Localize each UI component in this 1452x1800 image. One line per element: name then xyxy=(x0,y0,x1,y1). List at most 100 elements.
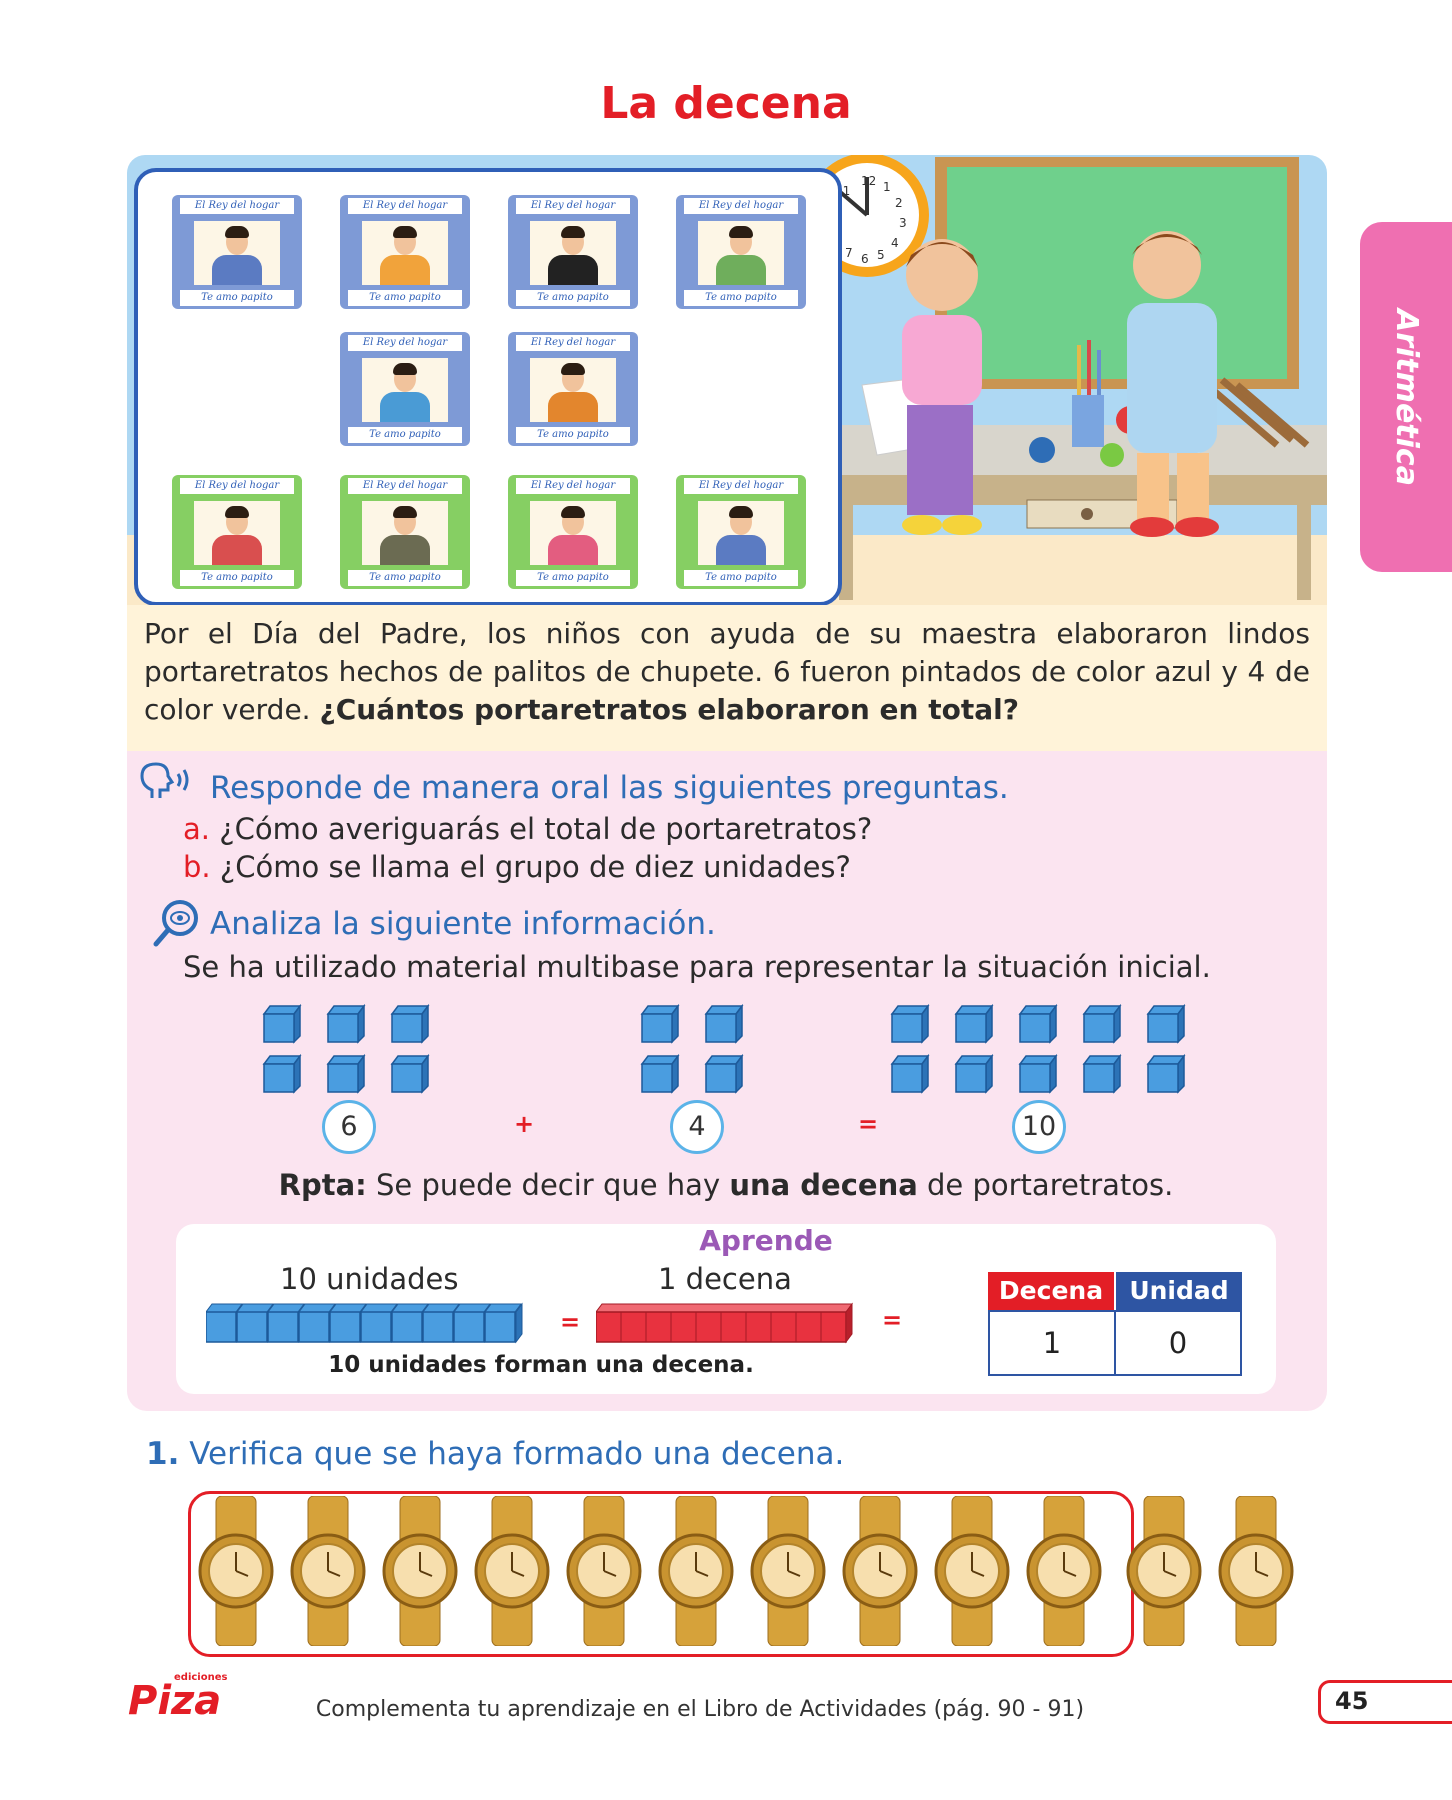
frame-top-label: El Rey del hogar xyxy=(516,478,630,494)
frame-photo xyxy=(698,501,784,565)
analyze-intro: Se ha utilizado material multibase para … xyxy=(183,950,1211,984)
unit-cube xyxy=(262,1003,302,1044)
answer-line: Rpta: Se puede decir que hay una decena … xyxy=(0,1168,1452,1202)
frame-bottom-label: Te amo papito xyxy=(684,570,798,586)
frame-bottom-label: Te amo papito xyxy=(348,570,462,586)
watch-icon xyxy=(472,1495,550,1647)
equals-sign: = xyxy=(858,1110,879,1138)
watch-icon xyxy=(1124,1495,1202,1647)
equals-sign: = xyxy=(560,1308,581,1336)
table-header-unidad: Unidad xyxy=(1116,1272,1242,1310)
plus-sign: + xyxy=(514,1110,535,1138)
page-number-box: 45 xyxy=(1318,1680,1452,1724)
story-text: Por el Día del Padre, los niños con ayud… xyxy=(144,615,1310,729)
clock-number: 7 xyxy=(845,246,853,260)
frame-photo xyxy=(530,221,616,285)
frame-photo xyxy=(194,501,280,565)
unit-cube xyxy=(262,1053,302,1094)
count-circle-6: 6 xyxy=(322,1100,376,1154)
unit-cube xyxy=(326,1053,366,1094)
frame-bottom-label: Te amo papito xyxy=(516,427,630,443)
frame-top-label: El Rey del hogar xyxy=(684,198,798,214)
photo-frame: El Rey del hogar Te amo papito xyxy=(676,195,806,309)
frame-top-label: El Rey del hogar xyxy=(348,198,462,214)
clock-number: 3 xyxy=(899,216,907,230)
unit-cube xyxy=(640,1003,680,1044)
oral-item-a: a. ¿Cómo averiguarás el total de portare… xyxy=(183,812,872,846)
unit-cube xyxy=(390,1003,430,1044)
unit-cube xyxy=(640,1053,680,1094)
frame-top-label: El Rey del hogar xyxy=(684,478,798,494)
count-circle-4: 4 xyxy=(670,1100,724,1154)
unit-cube xyxy=(1082,1053,1122,1094)
oral-item-text: ¿Cómo se llama el grupo de diez unidades… xyxy=(219,850,851,884)
exercise-heading: 1. Verifica que se haya formado una dece… xyxy=(146,1436,844,1472)
frame-photo xyxy=(362,221,448,285)
watch-icon xyxy=(840,1495,918,1647)
answer-post: de portaretratos. xyxy=(917,1168,1174,1202)
unit-cube xyxy=(1146,1003,1186,1044)
watch-icon xyxy=(1216,1495,1294,1647)
frame-photo xyxy=(530,358,616,422)
frame-bottom-label: Te amo papito xyxy=(348,290,462,306)
clock-number: 4 xyxy=(891,236,899,250)
ten-rod xyxy=(596,1302,853,1344)
photo-frame: El Rey del hogar Te amo papito xyxy=(340,475,470,589)
unit-cube xyxy=(954,1053,994,1094)
frame-photo xyxy=(362,358,448,422)
oral-item-letter: a. xyxy=(183,812,210,846)
clock-number: 6 xyxy=(861,252,869,266)
clock-number: 1 xyxy=(883,180,891,194)
exercise-number: 1. xyxy=(146,1436,180,1472)
photo-frame: El Rey del hogar Te amo papito xyxy=(172,475,302,589)
unit-cube xyxy=(326,1003,366,1044)
unit-cube xyxy=(1018,1053,1058,1094)
frame-top-label: El Rey del hogar xyxy=(180,478,294,494)
frame-photo xyxy=(530,501,616,565)
frame-top-label: El Rey del hogar xyxy=(348,335,462,351)
aprende-title: Aprende xyxy=(699,1224,833,1257)
analyze-heading: Analiza la siguiente información. xyxy=(210,906,716,942)
photo-frame: El Rey del hogar Te amo papito xyxy=(172,195,302,309)
magnifier-eye-icon xyxy=(153,900,198,947)
exercise-text: Verifica que se haya formado una decena. xyxy=(189,1436,845,1472)
photo-frame: El Rey del hogar Te amo papito xyxy=(508,475,638,589)
frame-photo xyxy=(194,221,280,285)
unit-cube xyxy=(1018,1003,1058,1044)
frame-top-label: El Rey del hogar xyxy=(348,478,462,494)
unit-cube xyxy=(890,1003,930,1044)
frame-bottom-label: Te amo papito xyxy=(180,290,294,306)
clock-number: 5 xyxy=(877,248,885,262)
watch-icon xyxy=(932,1495,1010,1647)
photo-frame: El Rey del hogar Te amo papito xyxy=(340,332,470,446)
watch-icon xyxy=(288,1495,366,1647)
page-number: 45 xyxy=(1335,1687,1369,1715)
oral-item-letter: b. xyxy=(183,850,211,884)
frame-bottom-label: Te amo papito xyxy=(516,290,630,306)
photo-frame: El Rey del hogar Te amo papito xyxy=(508,332,638,446)
answer-pre: Se puede decir que hay xyxy=(366,1168,730,1202)
equals-sign: = xyxy=(882,1306,903,1334)
count-circle-10: 10 xyxy=(1012,1100,1066,1154)
clock-number: 2 xyxy=(895,196,903,210)
unit-cube xyxy=(704,1003,744,1044)
frame-top-label: El Rey del hogar xyxy=(516,198,630,214)
page-title: La decena xyxy=(600,78,852,129)
frame-bottom-label: Te amo papito xyxy=(684,290,798,306)
photo-frame: El Rey del hogar Te amo papito xyxy=(676,475,806,589)
ten-label: 1 decena xyxy=(658,1262,792,1296)
frame-bottom-label: Te amo papito xyxy=(180,570,294,586)
answer-bold: una decena xyxy=(729,1168,918,1202)
frame-bottom-label: Te amo papito xyxy=(516,570,630,586)
story-question: ¿Cuántos portaretratos elaboraron en tot… xyxy=(319,693,1019,726)
side-tab-label: Aritmética xyxy=(1388,308,1424,486)
watch-icon xyxy=(196,1495,274,1647)
frame-top-label: El Rey del hogar xyxy=(180,198,294,214)
table-header-decena: Decena xyxy=(988,1272,1114,1310)
aprende-caption: 10 unidades forman una decena. xyxy=(328,1352,754,1378)
oral-heading: Responde de manera oral las siguientes p… xyxy=(210,770,1009,806)
oral-item-b: b. ¿Cómo se llama el grupo de diez unida… xyxy=(183,850,851,884)
watch-icon xyxy=(380,1495,458,1647)
clock-number: 12 xyxy=(861,174,876,188)
frame-photo xyxy=(362,501,448,565)
